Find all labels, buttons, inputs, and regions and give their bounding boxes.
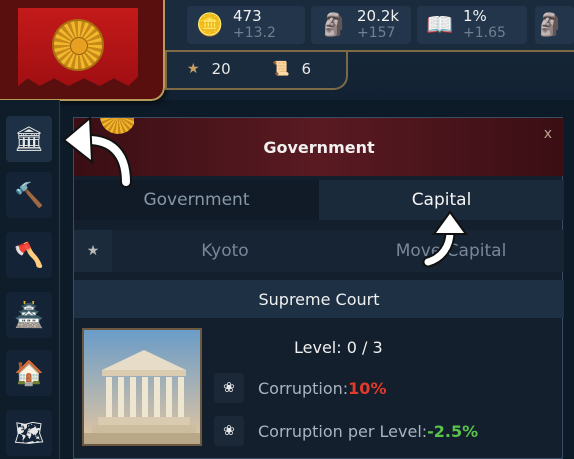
close-icon[interactable]: x	[544, 126, 552, 142]
population-value: 20.2k	[357, 7, 400, 25]
sidebar: 🏛 🔨 🪓 🏯 🏠 🗺	[0, 100, 60, 459]
government-panel: Government x Government Capital ★ Kyoto …	[73, 117, 564, 459]
corruption-label: Corruption:	[258, 378, 349, 398]
capital-star-icon: ★	[74, 230, 112, 272]
corruption-value: 10%	[348, 378, 387, 398]
corruption-icon: ❀	[214, 373, 244, 403]
stat-scrolls[interactable]: 📜 6	[272, 60, 311, 78]
population-icon: 🗿	[320, 12, 348, 38]
resource-population[interactable]: 🗿 20.2k +157	[311, 6, 411, 44]
panel-tabs: Government Capital	[74, 180, 564, 220]
tutorial-arrow-left-icon	[62, 115, 132, 188]
sidebar-housing[interactable]: 🏠	[6, 350, 52, 396]
nation-flag[interactable]	[0, 0, 165, 101]
stat-stars[interactable]: ★ 20	[187, 60, 231, 78]
capitol-icon: 🏛	[13, 125, 45, 153]
research-value: 1%	[463, 7, 487, 25]
stars-value: 20	[211, 60, 231, 78]
supreme-court-image	[82, 328, 202, 446]
house-icon: 🏠	[14, 359, 44, 387]
corruption-per-level-stat: ❀ Corruption per Level: -2.5%	[214, 416, 478, 446]
corruption-icon: ❀	[214, 416, 244, 446]
bust-icon: 🗿	[536, 12, 564, 38]
chrysanthemum-emblem-icon	[52, 19, 104, 71]
corruption-per-level-label: Corruption per Level:	[258, 421, 428, 441]
corruption-stat: ❀ Corruption: 10%	[214, 373, 386, 403]
gavel-icon: 🔨	[14, 181, 44, 209]
resource-research[interactable]: 📖 1% +1.65	[417, 6, 527, 44]
book-icon: 📖	[426, 12, 454, 38]
scroll-icon: 📜	[272, 61, 290, 77]
capital-row: ★ Kyoto Move Capital	[74, 230, 564, 272]
corruption-per-level-value: -2.5%	[427, 421, 479, 441]
panel-title: Government	[263, 138, 375, 157]
research-delta: +1.65	[463, 25, 506, 41]
section-title: Supreme Court	[74, 280, 564, 318]
star-icon: ★	[187, 61, 200, 77]
resource-bust[interactable]: 🗿	[535, 6, 574, 44]
sidebar-production[interactable]: 🪓	[6, 232, 52, 278]
level-label: Level: 0 / 3	[294, 338, 383, 357]
gold-delta: +13.2	[233, 25, 276, 41]
scrolls-value: 6	[301, 60, 311, 78]
sidebar-buildings[interactable]: 🏯	[6, 292, 52, 338]
sidebar-government[interactable]: 🏛	[6, 116, 52, 162]
resource-gold[interactable]: 🪙 473 +13.2	[187, 6, 305, 44]
capital-name: Kyoto	[201, 241, 249, 261]
sub-resource-bar: ★ 20 📜 6	[165, 52, 348, 90]
tower-icon: 🏯	[14, 301, 44, 329]
sidebar-map[interactable]: 🗺	[6, 410, 52, 456]
tutorial-arrow-up-icon	[422, 210, 468, 268]
gold-coins-icon: 🪙	[196, 12, 224, 38]
sidebar-justice[interactable]: 🔨	[6, 172, 52, 218]
resource-bar: 🪙 473 +13.2 🗿 20.2k +157 📖 1% +1.65 🗿	[165, 0, 574, 52]
gold-value: 473	[233, 7, 262, 25]
population-delta: +157	[357, 25, 396, 41]
panel-header: Government x	[74, 118, 564, 176]
axe-icon: 🪓	[14, 241, 44, 269]
map-icon: 🗺	[13, 419, 45, 447]
